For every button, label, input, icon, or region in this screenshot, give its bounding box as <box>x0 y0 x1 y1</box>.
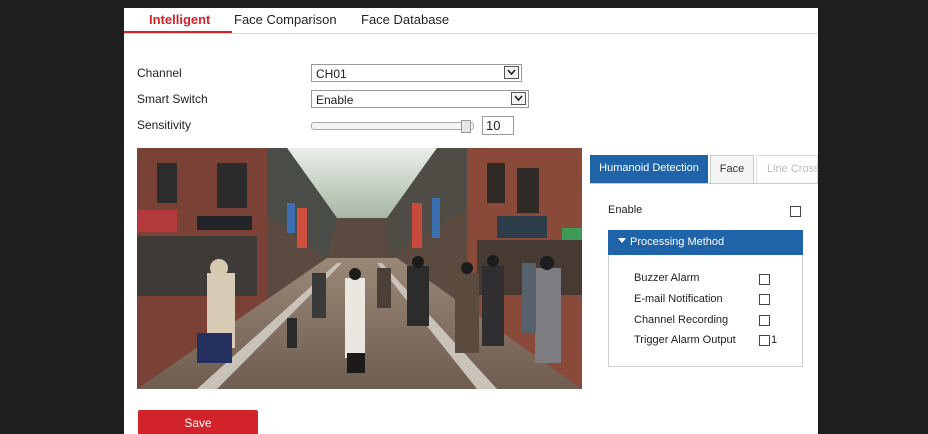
smart-switch-label: Smart Switch <box>137 92 208 106</box>
alarm-output-number: 1 <box>771 334 778 346</box>
tab-intelligent[interactable]: Intelligent <box>149 12 210 27</box>
active-tab-underline <box>124 31 232 33</box>
tab-face[interactable]: Face <box>710 155 754 184</box>
camera-preview <box>137 148 582 389</box>
email-notification-label: E-mail Notification <box>634 293 723 305</box>
smart-switch-value: Enable <box>316 93 354 107</box>
sensitivity-label: Sensitivity <box>137 118 192 132</box>
caret-down-icon <box>618 238 626 243</box>
channel-recording-checkbox[interactable] <box>759 315 770 326</box>
trigger-alarm-output-label: Trigger Alarm Output <box>634 334 736 346</box>
enable-label: Enable <box>608 204 643 216</box>
channel-label: Channel <box>137 66 182 80</box>
save-button[interactable]: Save <box>138 410 258 434</box>
buzzer-alarm-label: Buzzer Alarm <box>634 272 700 284</box>
detection-tab-divider <box>590 183 818 184</box>
sensitivity-slider[interactable] <box>311 122 474 130</box>
app-frame: Intelligent Face Comparison Face Databas… <box>0 0 928 434</box>
tab-face-comparison[interactable]: Face Comparison <box>234 12 337 27</box>
processing-method-header[interactable]: Processing Method <box>608 230 803 255</box>
chevron-down-icon[interactable] <box>511 92 526 105</box>
enable-checkbox[interactable] <box>790 206 801 217</box>
top-tab-bar: Intelligent Face Comparison Face Databas… <box>124 8 818 34</box>
chevron-down-icon[interactable] <box>504 66 519 79</box>
tab-line-crossing[interactable]: Line Crossi <box>756 155 818 184</box>
tab-face-database[interactable]: Face Database <box>361 12 449 27</box>
buzzer-alarm-checkbox[interactable] <box>759 274 770 285</box>
sensitivity-input[interactable]: 10 <box>482 116 514 135</box>
tab-humanoid-detection[interactable]: Humanoid Detection <box>590 155 708 184</box>
smart-switch-select[interactable]: Enable <box>311 90 529 108</box>
settings-page: Intelligent Face Comparison Face Databas… <box>124 8 818 434</box>
email-notification-checkbox[interactable] <box>759 294 770 305</box>
sensitivity-slider-thumb[interactable] <box>461 120 471 133</box>
channel-recording-label: Channel Recording <box>634 314 729 326</box>
right-dark-margin <box>818 0 928 434</box>
channel-value: CH01 <box>316 67 347 81</box>
channel-select[interactable]: CH01 <box>311 64 522 82</box>
left-dark-margin <box>0 0 124 434</box>
trigger-alarm-output-checkbox[interactable] <box>759 335 770 346</box>
processing-method-label: Processing Method <box>630 236 725 248</box>
